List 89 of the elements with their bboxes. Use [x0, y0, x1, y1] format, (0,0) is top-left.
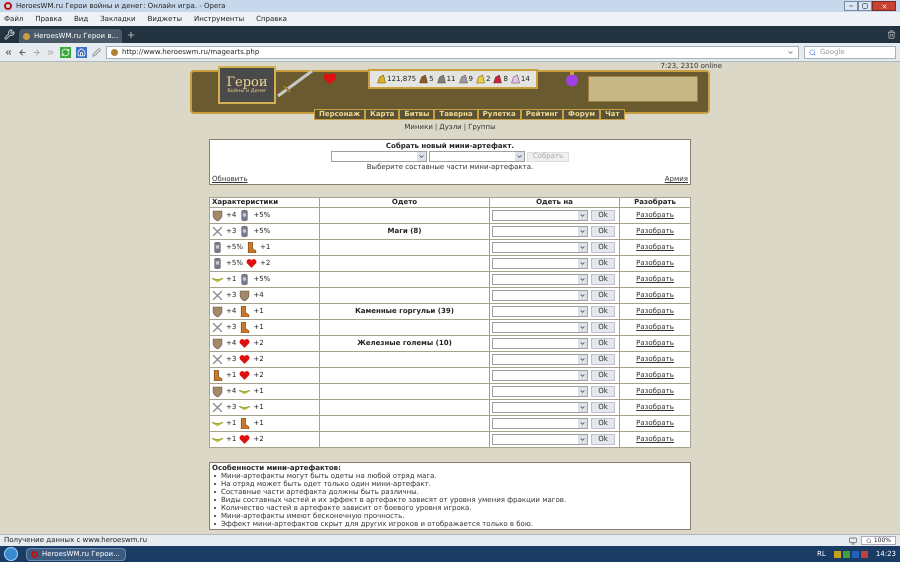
maximize-icon	[862, 3, 868, 9]
select-field[interactable]	[492, 226, 588, 237]
trash-icon[interactable]	[887, 30, 896, 39]
reload-icon[interactable]	[60, 46, 71, 58]
heart-icon	[322, 72, 338, 86]
dropdown-caret-icon	[579, 356, 586, 363]
dropdown-caret-icon	[579, 292, 586, 299]
pen-icon[interactable]	[92, 48, 101, 56]
shield-icon	[212, 210, 223, 221]
logo-title: Герои	[226, 76, 268, 89]
shield-icon	[212, 306, 223, 317]
new-tab-icon[interactable]	[126, 30, 136, 40]
dropdown-caret-icon	[579, 340, 586, 347]
boot-icon	[212, 370, 223, 381]
opera-logo-icon	[4, 2, 12, 10]
dropdown-caret-icon	[579, 388, 586, 395]
dropdown-caret-icon	[579, 324, 586, 331]
boot-icon	[239, 322, 250, 333]
home-icon[interactable]	[76, 46, 87, 58]
close-icon	[880, 2, 888, 10]
dropdown-caret-icon	[579, 244, 586, 251]
select-field[interactable]	[492, 258, 588, 269]
dropdown-caret-icon	[579, 404, 586, 411]
dropdown-caret-icon	[579, 436, 586, 443]
heart-icon	[246, 258, 257, 269]
shield-icon	[212, 386, 223, 397]
dropdown-caret-icon	[787, 48, 794, 56]
minimize-button[interactable]	[844, 1, 858, 11]
boot-icon	[246, 242, 257, 253]
heart-icon	[239, 434, 250, 445]
zoom-icon	[866, 538, 872, 544]
dropdown-caret-icon	[579, 212, 586, 219]
dropdown-caret-icon	[579, 308, 586, 315]
heart-icon	[239, 354, 250, 365]
shield-icon	[239, 290, 250, 301]
dropdown-caret-icon	[516, 153, 523, 160]
crossed-swords-icon	[212, 226, 223, 237]
crossed-swords-icon	[212, 290, 223, 301]
select-field[interactable]	[492, 322, 588, 333]
monitor-icon[interactable]	[848, 536, 857, 544]
select-field[interactable]	[330, 151, 427, 162]
dropdown-caret-icon	[579, 276, 586, 283]
select-field[interactable]	[492, 370, 588, 381]
rewind-icon[interactable]	[4, 48, 13, 56]
dropdown-caret-icon	[579, 260, 586, 267]
boot-icon	[239, 306, 250, 317]
potion-icon	[565, 71, 579, 87]
heart-icon	[239, 370, 250, 381]
dropdown-caret-icon	[418, 153, 425, 160]
close-button[interactable]	[872, 1, 896, 11]
maximize-button[interactable]	[858, 1, 872, 11]
forward-icon[interactable]	[32, 48, 41, 56]
vial-icon	[239, 226, 250, 237]
select-field[interactable]	[492, 354, 588, 365]
shield-icon	[212, 338, 223, 349]
tools-icon[interactable]	[4, 29, 15, 40]
select-field[interactable]	[492, 386, 588, 397]
tray-icons-drawing	[834, 550, 868, 558]
select-field[interactable]	[492, 418, 588, 429]
sword-icon	[276, 68, 316, 98]
vial-icon	[212, 258, 223, 269]
opera-logo-icon	[31, 550, 38, 558]
select-field[interactable]	[492, 242, 588, 253]
heart-icon	[239, 338, 250, 349]
back-icon[interactable]	[18, 48, 27, 56]
vial-icon	[239, 274, 250, 285]
select-field[interactable]	[428, 151, 525, 162]
select-field[interactable]	[492, 306, 588, 317]
minimize-icon	[848, 3, 854, 9]
crossed-swords-icon	[212, 402, 223, 413]
select-field[interactable]	[492, 402, 588, 413]
select-field[interactable]	[492, 274, 588, 285]
crossed-swords-icon	[212, 322, 223, 333]
select-field[interactable]	[492, 290, 588, 301]
fast-forward-icon[interactable]	[46, 48, 55, 56]
dropdown-caret-icon	[579, 228, 586, 235]
select-field[interactable]	[492, 338, 588, 349]
site-icon	[23, 32, 30, 40]
select-field[interactable]	[492, 434, 588, 445]
dropdown-caret-icon	[579, 420, 586, 427]
site-icon	[111, 48, 118, 56]
vial-icon	[212, 242, 223, 253]
select-field[interactable]	[492, 210, 588, 221]
boot-icon	[239, 418, 250, 429]
search-icon	[809, 48, 816, 56]
dropdown-caret-icon	[579, 372, 586, 379]
start-button[interactable]	[4, 547, 18, 561]
vial-icon	[239, 210, 250, 221]
crossed-swords-icon	[212, 354, 223, 365]
